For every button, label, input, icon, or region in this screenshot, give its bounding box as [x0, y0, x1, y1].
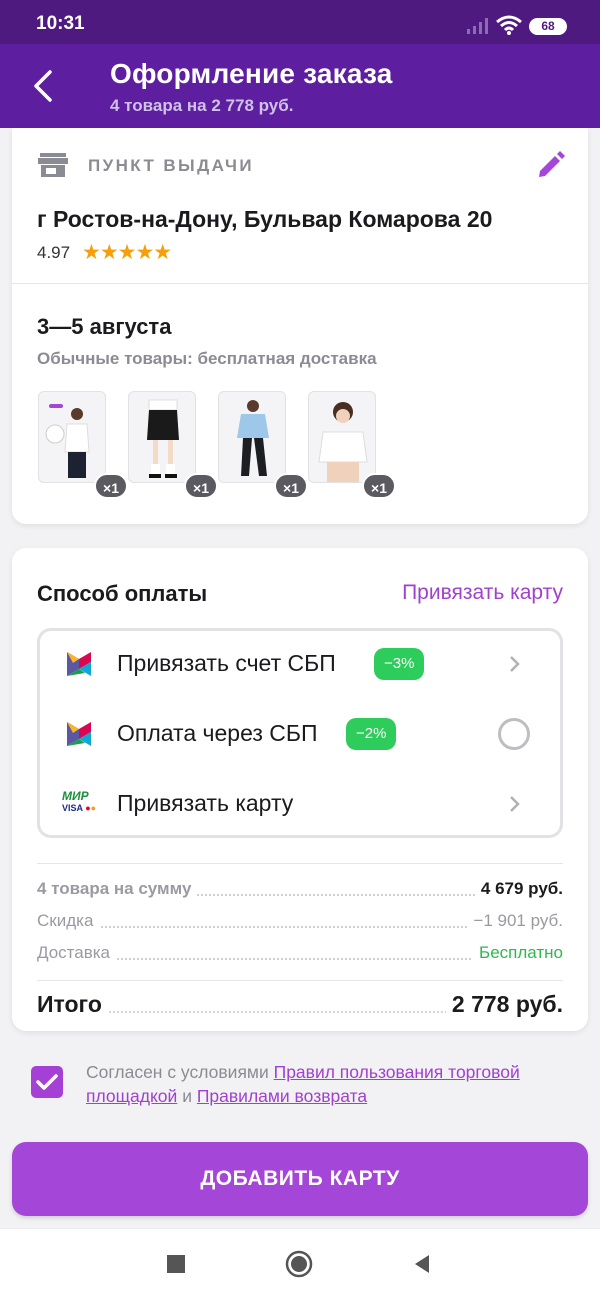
summary-discount-row: Скидка −1 901 руб. [37, 911, 563, 935]
summary-items-row: 4 товара на сумму 4 679 руб. [37, 879, 563, 903]
item-quantity-badge: ×1 [362, 473, 396, 499]
status-time: 10:31 [36, 13, 85, 34]
payment-option-card[interactable]: МИР VISA ●● Привязать карту [40, 773, 560, 833]
home-icon[interactable] [284, 1249, 314, 1279]
delivery-dates: 3—5 августа [37, 314, 172, 339]
payment-option-sbp-account[interactable]: Привязать счет СБП −3% [40, 633, 560, 693]
payment-option-sbp-pay[interactable]: Оплата через СБП −2% [40, 703, 560, 763]
summary-delivery-value: Бесплатно [473, 943, 563, 963]
page-subtitle: 4 товара на 2 778 руб. [110, 96, 294, 115]
page-title: Оформление заказа [110, 58, 393, 89]
sbp-logo-icon [67, 652, 91, 676]
item-quantity-badge: ×1 [184, 473, 218, 499]
payment-options: Привязать счет СБП −3% Оплата через СБП … [37, 628, 563, 838]
back-nav-icon[interactable] [407, 1249, 437, 1279]
total-label: Итого [37, 991, 108, 1018]
summary-items-label: 4 товара на сумму [37, 879, 198, 899]
recent-apps-icon[interactable] [161, 1249, 191, 1279]
chevron-right-icon [510, 796, 520, 812]
agreement-text: Согласен с условиями Правил пользования … [86, 1062, 520, 1106]
edit-pencil-icon[interactable] [534, 150, 566, 182]
product-thumbnail[interactable] [218, 391, 286, 483]
summary-discount-value: −1 901 руб. [467, 911, 563, 931]
discount-badge: −3% [374, 648, 425, 680]
chevron-right-icon [510, 656, 520, 672]
product-image-skirt-icon [147, 399, 179, 478]
system-nav-bar [0, 1228, 600, 1299]
item-quantity-badge: ×1 [94, 473, 128, 499]
summary-items-value: 4 679 руб. [474, 879, 563, 899]
payment-option-label: Привязать карту [117, 790, 294, 816]
summary-discount-label: Скидка [37, 911, 100, 931]
product-thumbnail[interactable] [308, 391, 376, 483]
app-header: Оформление заказа 4 товара на 2 778 руб. [0, 44, 600, 128]
pickup-card: ПУНКТ ВЫДАЧИ г Ростов-на-Дону, Бульвар К… [12, 128, 588, 524]
return-policy-link[interactable]: Правилами возврата [197, 1086, 367, 1106]
back-arrow-icon[interactable] [22, 62, 62, 110]
divider [37, 980, 563, 981]
rating-stars-icon: ★★★★★ [82, 241, 172, 264]
product-image-shirt-icon [237, 400, 269, 476]
divider [37, 863, 563, 864]
mir-visa-mastercard-logo-icon: МИР VISA ●● [62, 789, 97, 813]
store-icon [38, 153, 68, 177]
product-thumbnail[interactable] [38, 391, 106, 483]
link-card-button[interactable]: Привязать карту [402, 581, 563, 605]
pickup-address: г Ростов-на-Дону, Бульвар Комарова 20 [37, 206, 493, 232]
status-bar: 10:31 68 [0, 0, 600, 44]
agreement-checkbox[interactable] [31, 1066, 63, 1098]
wifi-icon [496, 15, 522, 35]
item-quantity-badge: ×1 [274, 473, 308, 499]
summary-delivery-row: Доставка Бесплатно [37, 943, 563, 967]
battery-icon: 68 [529, 18, 567, 35]
add-card-button[interactable]: ДОБАВИТЬ КАРТУ [12, 1142, 588, 1216]
delivery-note: Обычные товары: бесплатная доставка [37, 349, 377, 368]
pickup-point-label: ПУНКТ ВЫДАЧИ [88, 156, 254, 175]
sbp-logo-icon [67, 722, 91, 746]
summary-total-row: Итого 2 778 руб. [37, 991, 563, 1021]
product-image-tshirt-icon [318, 402, 368, 482]
summary-delivery-label: Доставка [37, 943, 117, 963]
product-image-blouse-icon [45, 404, 90, 478]
radio-button[interactable] [498, 718, 530, 750]
discount-badge: −2% [346, 718, 397, 750]
payment-option-label: Оплата через СБП [117, 720, 318, 746]
divider [12, 283, 588, 284]
signal-icon [467, 18, 488, 34]
checkmark-icon [36, 1074, 58, 1090]
total-value: 2 778 руб. [445, 991, 563, 1018]
payment-option-label: Привязать счет СБП [117, 650, 336, 676]
product-thumbnail[interactable] [128, 391, 196, 483]
payment-card: Способ оплаты Привязать карту Привязать … [12, 548, 588, 1031]
rating-value: 4.97 [37, 243, 71, 262]
payment-method-title: Способ оплаты [37, 581, 208, 606]
